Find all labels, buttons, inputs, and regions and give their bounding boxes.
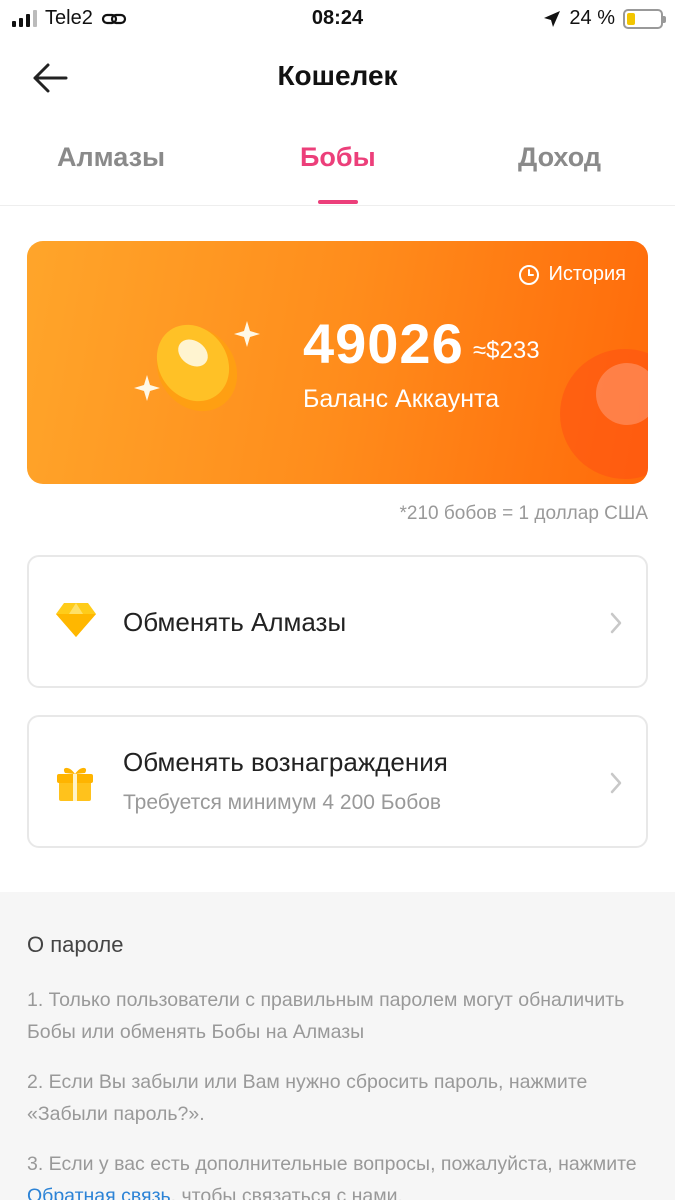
history-button[interactable]: История bbox=[518, 263, 626, 286]
active-tab-indicator bbox=[318, 200, 358, 204]
balance-usd-equivalent: ≈$233 bbox=[473, 337, 540, 364]
password-info-section: О пароле 1. Только пользователи с правил… bbox=[0, 892, 675, 1200]
status-bar: Tele2 08:24 24 % bbox=[0, 0, 675, 38]
exchange-rewards-title: Обменять вознаграждения bbox=[123, 747, 448, 777]
balance-amount: 49026 bbox=[303, 312, 464, 375]
feedback-link[interactable]: Обратная связь bbox=[27, 1185, 171, 1200]
page-title: Кошелек bbox=[277, 60, 398, 91]
password-info-item-3-text: 3. Если у вас есть дополнительные вопрос… bbox=[27, 1153, 637, 1175]
balance-card: История 49026 ≈$233 Баланс Аккаунта bbox=[27, 241, 648, 484]
header: Кошелек bbox=[0, 40, 675, 116]
balance-label: Баланс Аккаунта bbox=[303, 385, 500, 413]
chevron-right-icon bbox=[610, 612, 622, 634]
password-info-item-3-tail: , чтобы связаться с нами. bbox=[170, 1185, 403, 1200]
exchange-diamonds-title: Обменять Алмазы bbox=[123, 607, 347, 637]
tab-bar: Алмазы Бобы Доход bbox=[0, 120, 675, 206]
exchange-rate-note: *210 бобов = 1 доллар США bbox=[399, 503, 649, 524]
exchange-diamonds-button[interactable]: Обменять Алмазы bbox=[27, 555, 648, 688]
battery-fill bbox=[627, 12, 635, 25]
tab-income[interactable]: Доход bbox=[518, 142, 601, 173]
status-bar-right: 24 % bbox=[543, 7, 666, 30]
exchange-rewards-button[interactable]: Обменять вознаграждения Требуется миниму… bbox=[27, 715, 648, 848]
chevron-right-icon bbox=[610, 772, 622, 794]
tab-diamonds[interactable]: Алмазы bbox=[57, 142, 165, 173]
diamond-icon bbox=[56, 603, 96, 637]
tab-beans[interactable]: Бобы bbox=[300, 142, 376, 173]
history-label: История bbox=[548, 263, 626, 285]
clock-icon bbox=[519, 264, 540, 285]
gift-icon bbox=[57, 767, 93, 801]
password-info-item-3: 3. Если у вас есть дополнительные вопрос… bbox=[27, 1148, 648, 1200]
location-arrow-icon bbox=[544, 10, 561, 27]
password-info-title: О пароле bbox=[27, 932, 124, 957]
coin-icon bbox=[134, 321, 260, 412]
battery-percent: 24 % bbox=[569, 7, 615, 29]
exchange-rewards-subtitle: Требуется минимум 4 200 Бобов bbox=[123, 791, 442, 814]
password-info-item-2: 2. Если Вы забыли или Вам нужно сбросить… bbox=[27, 1071, 588, 1125]
battery-icon bbox=[623, 8, 666, 29]
password-info-item-1: 1. Только пользователи с правильным паро… bbox=[27, 989, 625, 1043]
